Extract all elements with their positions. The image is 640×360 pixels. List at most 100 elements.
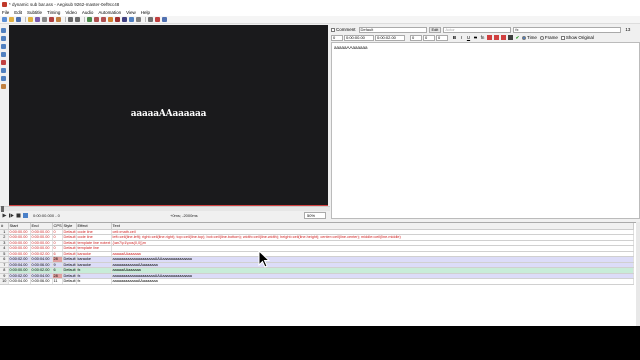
- timing-post-processor-icon[interactable]: [108, 17, 113, 22]
- open-audio-icon[interactable]: [35, 17, 40, 22]
- effect-input[interactable]: fx: [513, 26, 622, 33]
- start-time-field[interactable]: 0:00:00.00: [344, 34, 374, 41]
- strikeout-icon[interactable]: S: [473, 35, 478, 40]
- styles-manager-icon[interactable]: [87, 17, 92, 22]
- video-controls: 0:00:00.000 - 0 +0ms; -2000ms 50%: [0, 211, 330, 220]
- comment-checkbox[interactable]: [331, 27, 335, 32]
- frame-radio[interactable]: [539, 35, 544, 40]
- options-icon[interactable]: [148, 17, 153, 22]
- margin-right-field[interactable]: 0: [423, 34, 435, 41]
- margin-vertical-field[interactable]: 0: [436, 34, 448, 41]
- new-file-icon[interactable]: [2, 17, 7, 22]
- menu-automation[interactable]: Automation: [98, 10, 121, 15]
- shadow-color-icon[interactable]: [508, 35, 513, 40]
- grid-row[interactable]: 10 0:00:04.00 0:00:06.00 11 Default fx aaaaaaa…: [0, 278, 634, 285]
- margin-left-field[interactable]: 0: [410, 34, 422, 41]
- fonts-collector-icon[interactable]: [56, 17, 61, 22]
- menu-view[interactable]: View: [126, 10, 136, 15]
- menu-timing[interactable]: Timing: [47, 10, 60, 15]
- automation-icon[interactable]: [162, 17, 167, 22]
- underline-icon[interactable]: U: [466, 35, 471, 40]
- edit-style-button[interactable]: Edit: [428, 26, 442, 33]
- grid-cell-end: 0:00:04.00: [30, 273, 53, 279]
- select-lines-icon[interactable]: [129, 17, 134, 22]
- autoscroll-icon[interactable]: [23, 213, 28, 218]
- grid-body: 1 0:00:00.00 0:00:00.00 0 Default code line ce…: [0, 229, 634, 285]
- commit-icon[interactable]: ✔: [515, 35, 520, 40]
- menu-help[interactable]: Help: [141, 10, 150, 15]
- menu-video[interactable]: Video: [65, 10, 76, 15]
- grid-cell-start: 0:00:00.00: [8, 240, 31, 246]
- primary-color-icon[interactable]: [487, 35, 492, 40]
- open-folder-icon[interactable]: [9, 17, 14, 22]
- open-video-icon[interactable]: [28, 17, 33, 22]
- resample-icon[interactable]: [101, 17, 106, 22]
- menu-audio[interactable]: Audio: [82, 10, 94, 15]
- grid-cell-style: Default: [62, 256, 77, 263]
- properties-icon[interactable]: [42, 17, 47, 22]
- menu-subtitle[interactable]: Subtitle: [27, 10, 42, 15]
- spell-checker-icon[interactable]: [136, 17, 141, 22]
- rotate-z-tool-icon[interactable]: [1, 44, 6, 49]
- time-radio-label: Time: [527, 35, 537, 40]
- shift-times-icon[interactable]: [122, 17, 127, 22]
- grid-cell-style: Default: [62, 229, 77, 235]
- stop-icon[interactable]: [16, 213, 21, 218]
- grid-cell-style: Default: [62, 240, 77, 246]
- help-tool-icon[interactable]: [1, 84, 6, 89]
- subtitle-grid-table: # Start End CPS Style Effect Text 1 0:00:…: [0, 223, 634, 285]
- clip-tool-icon[interactable]: [1, 68, 6, 73]
- menu-edit[interactable]: Edit: [14, 10, 22, 15]
- grid-cell-style: Default: [62, 278, 77, 285]
- video-zoom-select[interactable]: 50%: [304, 212, 326, 219]
- grid-cell-start: 0:00:02.00: [8, 256, 31, 263]
- bold-icon[interactable]: B: [452, 35, 457, 40]
- grid-cell-style: Default: [62, 273, 77, 279]
- vector-clip-tool-icon[interactable]: [1, 76, 6, 81]
- show-original-checkbox[interactable]: [560, 35, 565, 40]
- replace-icon[interactable]: [75, 17, 80, 22]
- attachments-icon[interactable]: [49, 17, 54, 22]
- font-icon[interactable]: fn: [480, 35, 485, 40]
- grid-tag-toggle-icon[interactable]: [155, 17, 160, 22]
- grid-cell-start: 0:00:00.00: [8, 229, 31, 235]
- grid-cell-end: 0:00:00.00: [30, 245, 53, 252]
- outline-color-icon[interactable]: [501, 35, 506, 40]
- grid-cell-start: 0:00:00.00: [8, 234, 31, 241]
- video-timecode: 0:00:00.000 - 0: [33, 213, 60, 218]
- find-icon[interactable]: [68, 17, 73, 22]
- play-icon[interactable]: [2, 213, 7, 218]
- translation-assistant-icon[interactable]: [94, 17, 99, 22]
- grid-cell-end: 0:00:00.00: [30, 229, 53, 235]
- aegisub-window: * dynamic sub bar.ass - Aegisub 9262-mas…: [0, 0, 640, 326]
- subtitle-text-editor[interactable]: aaaaaAAaaaaaa: [331, 42, 640, 219]
- secondary-color-icon[interactable]: [494, 35, 499, 40]
- time-radio[interactable]: [522, 35, 526, 40]
- grid-header-cps[interactable]: CPS: [52, 223, 63, 230]
- character-count: 13: [625, 27, 631, 32]
- grid-cell-end: 0:00:06.00: [30, 262, 53, 268]
- visual-tools-bar: [0, 25, 8, 205]
- grid-cell-end: 0:00:00.00: [30, 240, 53, 246]
- video-display[interactable]: aaaaaAAaaaaaa: [9, 25, 328, 206]
- window-title: * dynamic sub bar.ass - Aegisub 9262-mas…: [9, 2, 120, 7]
- save-icon[interactable]: [16, 17, 21, 22]
- end-time-field[interactable]: 0:00:02.00: [375, 34, 405, 41]
- subtitle-edit-panel: Comment Default Edit Actor fx 13 0 0:00:…: [331, 25, 640, 221]
- drag-tool-icon[interactable]: [1, 36, 6, 41]
- grid-cell-cps: 11: [52, 278, 63, 285]
- grid-scrollbar[interactable]: [636, 222, 640, 326]
- standard-tool-icon[interactable]: [1, 28, 6, 33]
- menu-file[interactable]: File: [2, 10, 9, 15]
- scale-tool-icon[interactable]: [1, 60, 6, 65]
- italic-icon[interactable]: I: [459, 35, 464, 40]
- actor-input[interactable]: Actor: [443, 26, 512, 33]
- subtitle-grid[interactable]: # Start End CPS Style Effect Text 1 0:00:…: [0, 222, 636, 326]
- grid-cell-effect: template line notext: [76, 240, 112, 246]
- style-select[interactable]: Default: [358, 26, 427, 33]
- play-line-icon[interactable]: [9, 213, 14, 218]
- layer-field[interactable]: 0: [331, 34, 343, 41]
- toolbar-separator: [84, 17, 85, 22]
- rotate-xy-tool-icon[interactable]: [1, 52, 6, 57]
- kanji-timer-icon[interactable]: [115, 17, 120, 22]
